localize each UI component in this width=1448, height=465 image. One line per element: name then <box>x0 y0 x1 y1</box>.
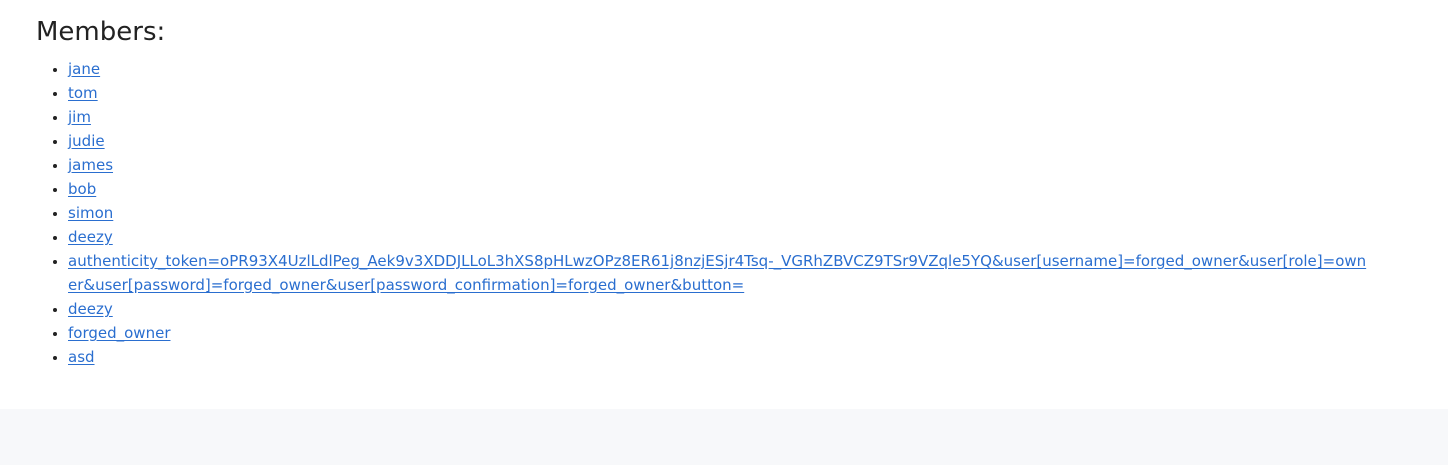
member-link-deezy-2[interactable]: deezy <box>68 300 113 318</box>
list-item: judie <box>68 129 1368 153</box>
members-list: jane tom jim judie james bob simon deezy… <box>0 57 1368 369</box>
list-item: tom <box>68 81 1368 105</box>
list-item: james <box>68 153 1368 177</box>
list-item: deezy <box>68 297 1368 321</box>
footer <box>0 409 1448 465</box>
member-link-jim[interactable]: jim <box>68 108 91 126</box>
member-link-asd[interactable]: asd <box>68 348 95 366</box>
list-item: jane <box>68 57 1368 81</box>
member-link-simon[interactable]: simon <box>68 204 113 222</box>
member-link-forged-owner[interactable]: forged_owner <box>68 324 170 342</box>
list-item: bob <box>68 177 1368 201</box>
member-link-jane[interactable]: jane <box>68 60 100 78</box>
page: Members: jane tom jim judie james bob si… <box>0 0 1448 465</box>
list-item: asd <box>68 345 1368 369</box>
list-item: deezy <box>68 225 1368 249</box>
member-link-bob[interactable]: bob <box>68 180 96 198</box>
list-item: authenticity_token=oPR93X4UzlLdlPeg_Aek9… <box>68 249 1368 297</box>
list-item: jim <box>68 105 1368 129</box>
member-link-james[interactable]: james <box>68 156 113 174</box>
member-link-judie[interactable]: judie <box>68 132 105 150</box>
member-link-deezy[interactable]: deezy <box>68 228 113 246</box>
page-title: Members: <box>36 17 166 47</box>
member-link-tom[interactable]: tom <box>68 84 98 102</box>
list-item: forged_owner <box>68 321 1368 345</box>
main-content: Members: jane tom jim judie james bob si… <box>0 0 1448 409</box>
list-item: simon <box>68 201 1368 225</box>
member-link-authenticity-token[interactable]: authenticity_token=oPR93X4UzlLdlPeg_Aek9… <box>68 252 1366 294</box>
